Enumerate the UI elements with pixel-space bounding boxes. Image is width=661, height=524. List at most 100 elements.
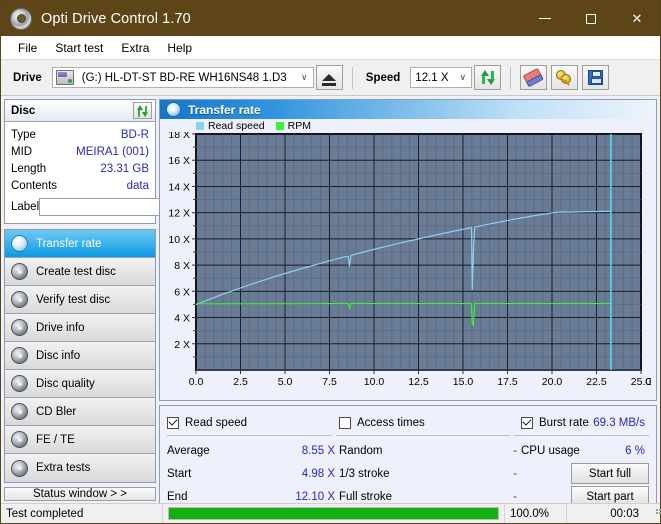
disc-label-row: Label [11, 196, 149, 218]
disc-row-contents: Contents data [11, 177, 149, 194]
start-part-cell: Start part [521, 486, 649, 503]
access-times-checkbox[interactable] [339, 417, 351, 429]
disc-row-length: Length 23.31 GB [11, 160, 149, 177]
refresh-icon [136, 105, 149, 117]
drive-label: Drive [13, 72, 42, 84]
svg-text:15.0: 15.0 [453, 376, 474, 388]
sidebar-item-disc-info[interactable]: Disc info [5, 342, 155, 370]
disc-icon [11, 263, 28, 280]
window-title: Opti Drive Control 1.70 [41, 11, 191, 27]
progress-cell [163, 504, 504, 523]
menu-bar: File Start test Extra Help [1, 36, 660, 59]
random-label: Random [339, 445, 513, 457]
disc-icon [11, 375, 28, 392]
sidebar-item-create-test-disc[interactable]: Create test disc [5, 258, 155, 286]
status-message: Test completed [1, 504, 163, 523]
eject-button[interactable] [316, 65, 343, 90]
stats-panel: Read speed Access times Burst rate 69.3 … [159, 405, 657, 503]
read-speed-checkbox[interactable] [167, 417, 179, 429]
chart-plot-area[interactable]: 2 X4 X6 X8 X10 X12 X14 X16 X18 X0.02.55.… [160, 132, 656, 400]
speed-select[interactable]: 12.1 X ∨ [410, 67, 472, 88]
transfer-rate-chart: 2 X4 X6 X8 X10 X12 X14 X16 X18 X0.02.55.… [160, 132, 651, 400]
sidebar-item-transfer-rate[interactable]: Transfer rate [5, 230, 155, 258]
refresh-button[interactable] [474, 65, 501, 90]
sidebar-item-label: Verify test disc [36, 294, 110, 306]
close-icon: ✕ [632, 12, 643, 25]
svg-text:14 X: 14 X [168, 181, 190, 193]
random-cell: Random - [339, 445, 521, 457]
maximize-button[interactable] [568, 1, 614, 36]
save-button[interactable] [582, 65, 609, 90]
third-stroke-label: 1/3 stroke [339, 468, 513, 480]
random-value: - [513, 445, 521, 457]
menu-item-extra[interactable]: Extra [112, 39, 158, 57]
disc-row-mid: MID MEIRA1 (001) [11, 143, 149, 160]
end-value: 12.10 X [295, 491, 339, 503]
window-controls: ✕ [522, 1, 660, 36]
menu-item-file[interactable]: File [9, 39, 46, 57]
close-button[interactable]: ✕ [614, 1, 660, 36]
burst-rate-row[interactable]: Burst rate 69.3 MB/s [521, 417, 649, 429]
disc-label-label: Label [11, 201, 39, 213]
disc-icon [11, 431, 28, 448]
end-cell: End 12.10 X [167, 491, 339, 503]
drive-icon [56, 70, 74, 85]
disc-contents-value: data [127, 180, 149, 192]
stats-row-start: Start 4.98 X 1/3 stroke - Start full [167, 462, 649, 485]
legend-item-read-speed: Read speed [196, 120, 265, 132]
burst-rate-label: Burst rate [539, 417, 593, 429]
chart-legend: Read speed RPM [160, 119, 656, 132]
disc-icon [11, 347, 28, 364]
cpu-usage-value: 6 % [625, 445, 649, 457]
refresh-icon [480, 70, 496, 85]
sidebar-nav: Transfer rate Create test disc Verify te… [4, 229, 156, 483]
read-speed-checkbox-row[interactable]: Read speed [167, 417, 339, 429]
svg-text:16 X: 16 X [168, 155, 190, 167]
start-value: 4.98 X [302, 468, 339, 480]
minimize-icon [539, 18, 551, 20]
chart-title: Transfer rate [188, 103, 261, 117]
drive-select[interactable]: (G:) HL-DT-ST BD-RE WH16NS48 1.D3 ∨ [52, 67, 314, 88]
sidebar-item-label: FE / TE [36, 434, 75, 446]
sidebar-item-drive-info[interactable]: Drive info [5, 314, 155, 342]
divider [167, 435, 332, 436]
start-part-button[interactable]: Start part [571, 486, 649, 503]
legend-label-rpm: RPM [288, 120, 311, 132]
disc-icon [11, 460, 28, 477]
settings-keys-button[interactable] [551, 65, 578, 90]
menu-item-start-test[interactable]: Start test [46, 39, 112, 57]
svg-text:6 X: 6 X [174, 286, 190, 298]
sidebar-item-disc-quality[interactable]: Disc quality [5, 370, 155, 398]
divider [336, 435, 510, 436]
transfer-rate-panel: Transfer rate Read speed RPM 2 X4 X6 X8 … [159, 99, 657, 401]
svg-text:8 X: 8 X [174, 260, 190, 272]
menu-item-help[interactable]: Help [158, 39, 201, 57]
keys-icon [556, 70, 573, 85]
toolbar-separator [352, 67, 353, 89]
status-window-button[interactable]: Status window > > [4, 487, 156, 501]
svg-text:5.0: 5.0 [278, 376, 293, 388]
stats-row-end: End 12.10 X Full stroke - Start part [167, 485, 649, 503]
burst-rate-checkbox[interactable] [521, 417, 533, 429]
sidebar-item-verify-test-disc[interactable]: Verify test disc [5, 286, 155, 314]
disc-row-type: Type BD-R [11, 126, 149, 143]
sidebar-item-extra-tests[interactable]: Extra tests [5, 454, 155, 482]
main-body: Disc Type BD-R MID MEIRA1 (001) [1, 96, 660, 503]
chart-header: Transfer rate [160, 100, 656, 119]
sidebar-item-label: Transfer rate [36, 238, 101, 250]
chevron-down-icon: ∨ [296, 68, 313, 87]
minimize-button[interactable] [522, 1, 568, 36]
erase-button[interactable] [520, 65, 547, 90]
disc-length-value: 23.31 GB [100, 163, 149, 175]
disc-refresh-button[interactable] [133, 102, 152, 119]
access-times-checkbox-row[interactable]: Access times [339, 417, 521, 429]
resize-grip[interactable] [644, 512, 660, 516]
legend-item-rpm: RPM [276, 120, 311, 132]
sidebar-item-cd-bler[interactable]: CD Bler [5, 398, 155, 426]
start-full-button[interactable]: Start full [571, 463, 649, 484]
svg-text:0.0: 0.0 [189, 376, 204, 388]
disc-mid-value: MEIRA1 (001) [76, 146, 149, 158]
stats-header-row: Read speed Access times Burst rate 69.3 … [167, 411, 649, 434]
toolbar: Drive (G:) HL-DT-ST BD-RE WH16NS48 1.D3 … [1, 59, 660, 96]
sidebar-item-fe-te[interactable]: FE / TE [5, 426, 155, 454]
